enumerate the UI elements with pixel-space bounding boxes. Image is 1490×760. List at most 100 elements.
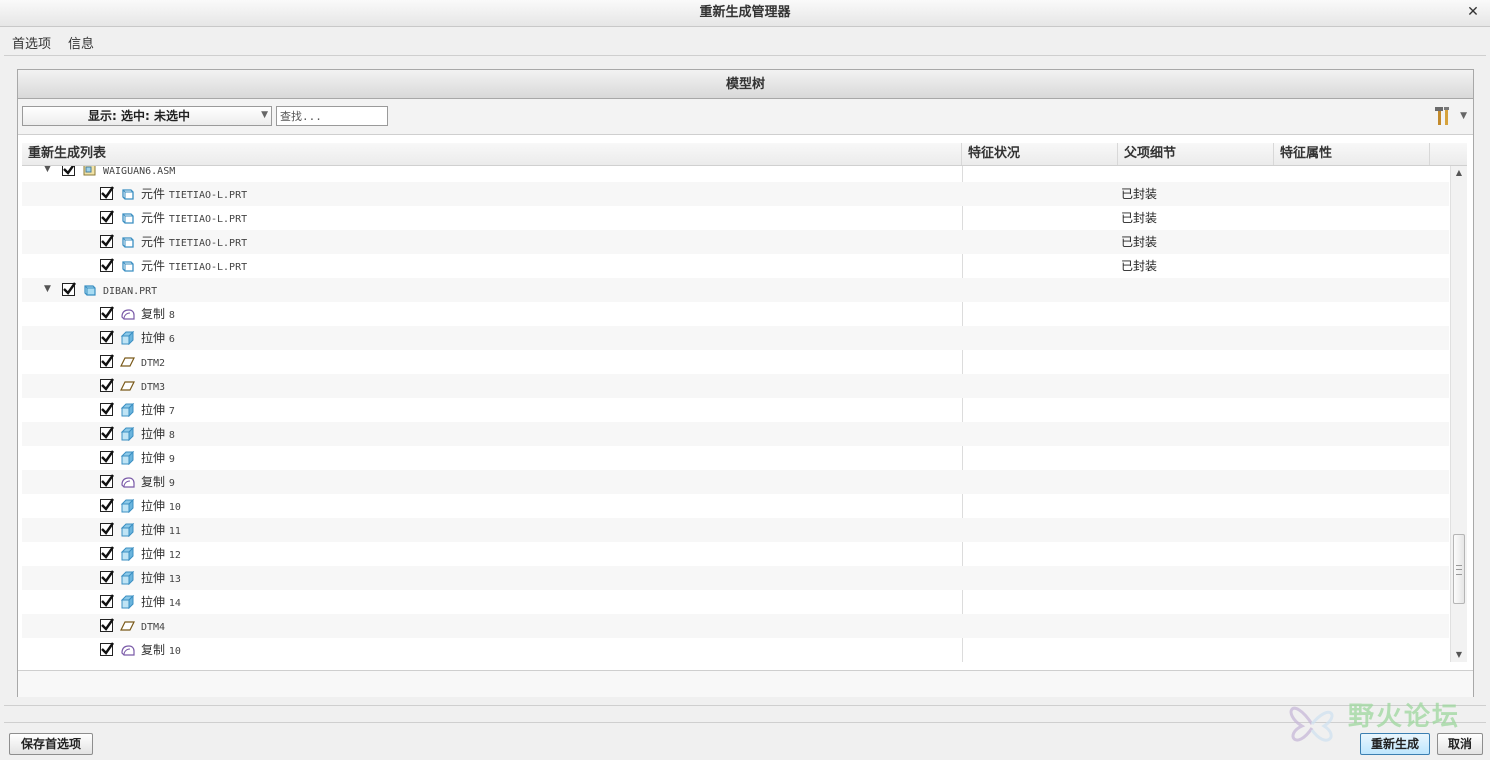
extrude-icon (120, 450, 135, 466)
row-checkbox[interactable] (62, 282, 76, 296)
row-checkbox[interactable] (100, 378, 114, 392)
scroll-up-icon[interactable]: ▲ (1451, 166, 1467, 180)
expand-toggle-icon[interactable]: ▼ (44, 284, 54, 294)
tree-row-label: 拉伸 8 (141, 422, 175, 448)
row-checkbox[interactable] (100, 618, 114, 632)
tree-row[interactable]: 元件 TIETIAO-L.PRT 已封装 (22, 230, 1449, 254)
tree-row-label: DIBAN.PRT (103, 278, 157, 304)
row-checkbox[interactable] (100, 330, 114, 344)
tree-row[interactable]: 拉伸 9 (22, 446, 1449, 470)
menu-preferences[interactable]: 首选项 (12, 33, 51, 52)
datum-plane-icon (120, 355, 135, 369)
extrude-icon (120, 546, 135, 562)
row-checkbox[interactable] (100, 522, 114, 536)
tree-row[interactable]: 拉伸 11 (22, 518, 1449, 542)
extrude-icon (120, 522, 135, 538)
tree-row[interactable]: 拉伸 8 (22, 422, 1449, 446)
parent-detail-cell: 已封装 (1121, 259, 1158, 273)
row-checkbox[interactable] (100, 450, 114, 464)
feature-type: 复制 (141, 307, 166, 321)
feature-name: 14 (168, 598, 181, 609)
row-checkbox[interactable] (100, 234, 114, 248)
tree-row[interactable]: DTM2 (22, 350, 1449, 374)
feature-type: 复制 (141, 643, 166, 657)
tree-row-label: 复制 10 (141, 638, 181, 662)
feature-name: 10 (168, 502, 181, 513)
tree-row-label: 拉伸 13 (141, 566, 181, 592)
menu-info[interactable]: 信息 (68, 33, 94, 52)
tree-row[interactable]: 元件 TIETIAO-L.PRT 已封装 (22, 206, 1449, 230)
extrude-icon (120, 402, 135, 418)
feature-name: DTM3 (141, 382, 166, 393)
tree-row[interactable]: 元件 TIETIAO-L.PRT 已封装 (22, 254, 1449, 278)
row-checkbox[interactable] (100, 426, 114, 440)
row-checkbox[interactable] (100, 498, 114, 512)
tree-row[interactable]: 拉伸 14 (22, 590, 1449, 614)
row-checkbox[interactable] (100, 474, 114, 488)
feature-type: 拉伸 (141, 451, 166, 465)
tree-row-label: 拉伸 12 (141, 542, 181, 568)
tree-row-label: 拉伸 10 (141, 494, 181, 520)
row-checkbox[interactable] (100, 186, 114, 200)
row-checkbox[interactable] (100, 546, 114, 560)
tree-row[interactable]: DTM3 (22, 374, 1449, 398)
feature-name: TIETIAO-L.PRT (168, 262, 248, 273)
parent-detail-cell: 已封装 (1121, 211, 1158, 225)
row-checkbox[interactable] (100, 594, 114, 608)
tree-row[interactable]: 拉伸 6 (22, 326, 1449, 350)
feature-name: 13 (168, 574, 181, 585)
divider (4, 705, 1486, 706)
tools-icon[interactable] (1431, 105, 1453, 127)
row-checkbox[interactable] (100, 306, 114, 320)
tree-row[interactable]: 复制 8 (22, 302, 1449, 326)
tree-row[interactable]: ▼ WAIGUAN6.ASM (22, 166, 1449, 182)
tree-row[interactable]: DTM4 (22, 614, 1449, 638)
scroll-thumb[interactable] (1453, 534, 1465, 604)
tree-row[interactable]: 拉伸 12 (22, 542, 1449, 566)
feature-name: DIBAN.PRT (103, 286, 158, 297)
tree-row[interactable]: 元件 TIETIAO-L.PRT 已封装 (22, 182, 1449, 206)
row-checkbox[interactable] (100, 258, 114, 272)
feature-name: TIETIAO-L.PRT (168, 214, 248, 225)
expand-toggle-icon[interactable]: ▼ (44, 166, 54, 174)
display-filter-select[interactable]: 显示: 选中: 未选中 ▼ (22, 106, 272, 126)
feature-name: 8 (168, 310, 175, 321)
tree-row-label: 元件 TIETIAO-L.PRT (141, 182, 247, 208)
tree-row[interactable]: 拉伸 7 (22, 398, 1449, 422)
tree-row[interactable]: 拉伸 10 (22, 494, 1449, 518)
scroll-down-icon[interactable]: ▼ (1451, 648, 1467, 662)
feature-name: 11 (168, 526, 181, 537)
tree-row-label: 复制 9 (141, 470, 175, 496)
row-checkbox[interactable] (100, 642, 114, 656)
tree-row-label: 拉伸 14 (141, 590, 181, 616)
tree-row-label: 拉伸 7 (141, 398, 175, 424)
row-checkbox[interactable] (100, 570, 114, 584)
close-icon[interactable]: ✕ (1464, 3, 1482, 21)
feature-type: 拉伸 (141, 331, 166, 345)
extrude-icon (120, 330, 135, 346)
feature-name: 9 (168, 478, 175, 489)
menu-divider (4, 55, 1486, 56)
feature-type: 拉伸 (141, 547, 166, 561)
tree-row[interactable]: 复制 10 (22, 638, 1449, 662)
save-preferences-button[interactable]: 保存首选项 (9, 733, 93, 755)
column-feature-attr[interactable]: 特征属性 (1274, 143, 1430, 165)
tree-row[interactable]: 复制 9 (22, 470, 1449, 494)
tree-row[interactable]: 拉伸 13 (22, 566, 1449, 590)
feature-name: 7 (168, 406, 175, 417)
row-checkbox[interactable] (100, 402, 114, 416)
copy-geometry-icon (120, 475, 135, 489)
copy-geometry-icon (120, 307, 135, 321)
tools-dropdown-icon[interactable]: ▼ (1460, 111, 1467, 121)
row-checkbox[interactable] (100, 354, 114, 368)
tree-row[interactable]: ▼ DIBAN.PRT (22, 278, 1449, 302)
search-input[interactable] (276, 106, 388, 126)
row-checkbox[interactable] (62, 166, 75, 176)
column-regen-list[interactable]: 重新生成列表 (22, 143, 962, 165)
column-parent-detail[interactable]: 父项细节 (1118, 143, 1274, 165)
title-bar: 重新生成管理器 ✕ (0, 0, 1490, 27)
vertical-scrollbar[interactable]: ▲ ▼ (1450, 166, 1467, 662)
column-feature-status[interactable]: 特征状况 (962, 143, 1118, 165)
row-checkbox[interactable] (100, 210, 114, 224)
extrude-icon (120, 498, 135, 514)
